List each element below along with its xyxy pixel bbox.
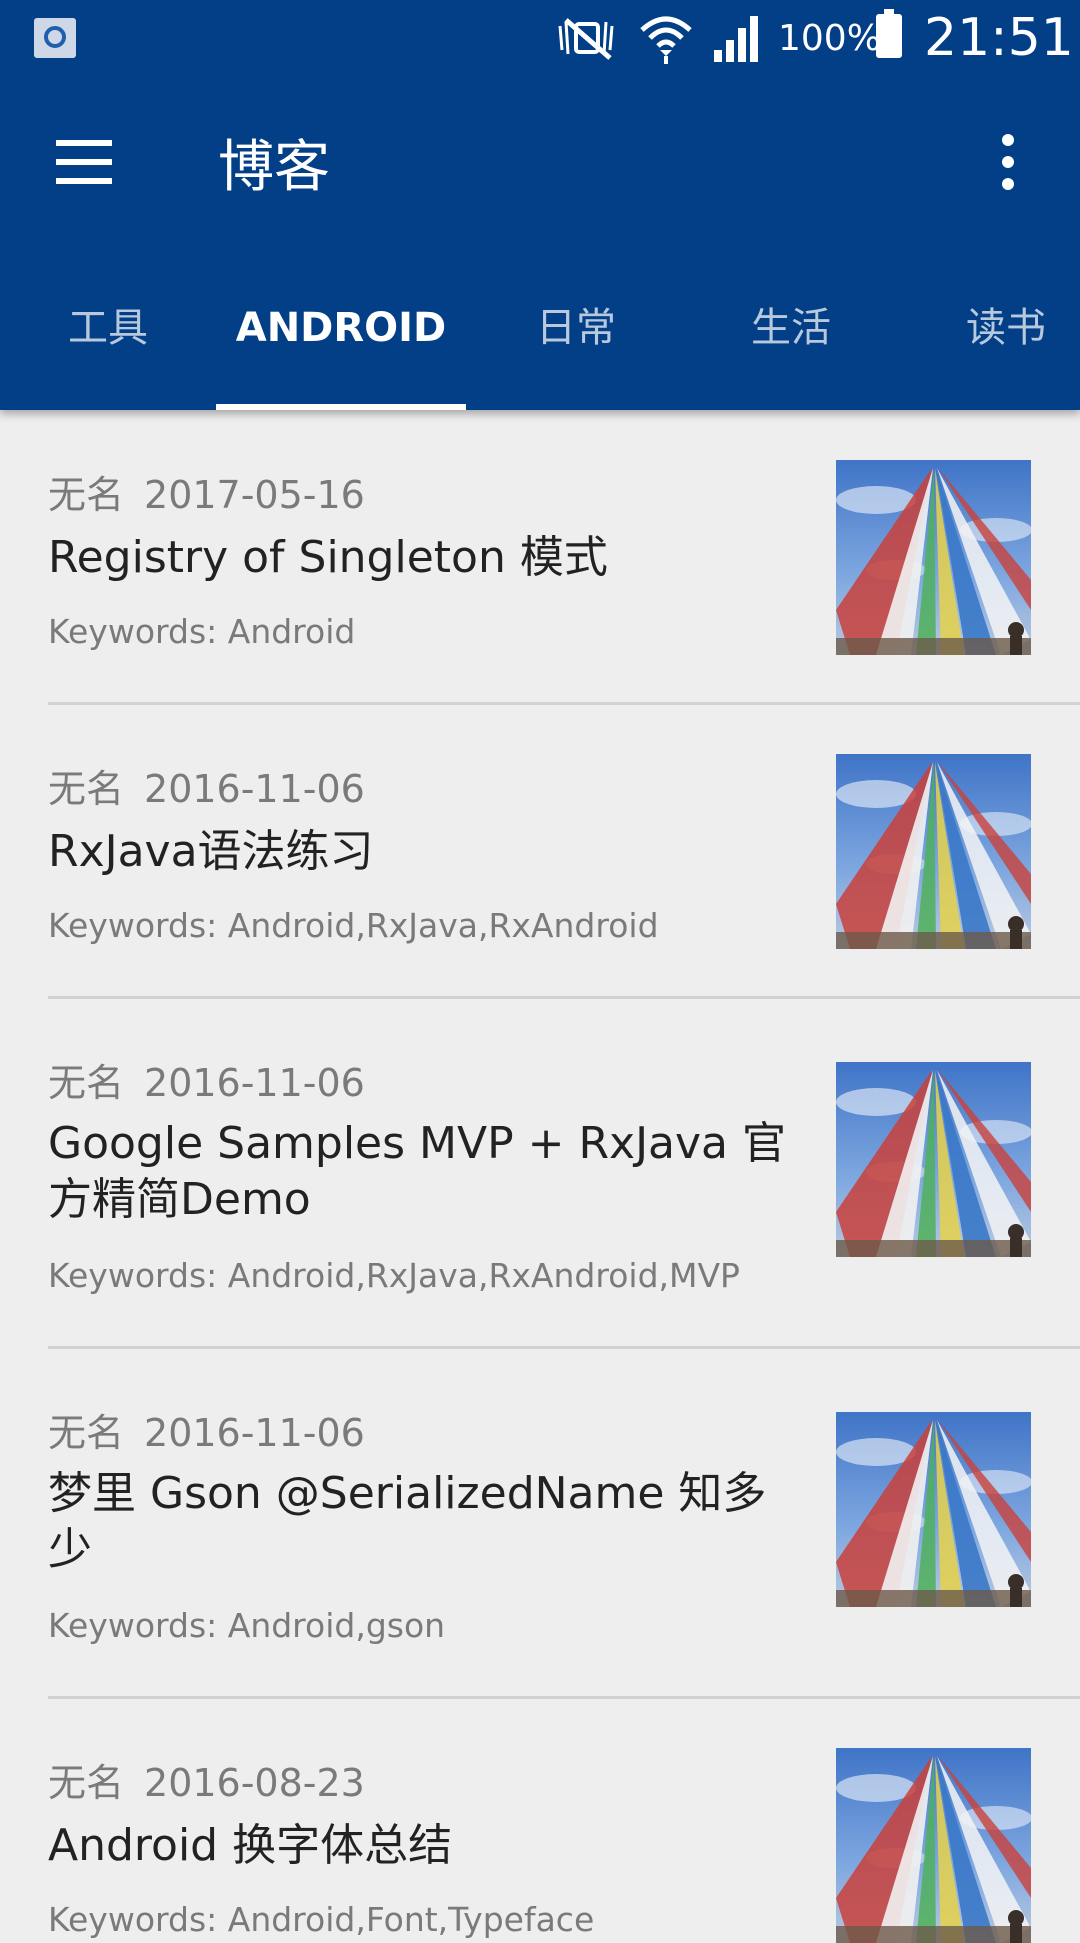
hamburger-menu-icon[interactable]	[42, 126, 126, 198]
signal-icon	[714, 16, 758, 62]
list-item[interactable]: 无名 2016-11-06 梦里 Gson @SerializedName 知多少…	[0, 1348, 1080, 1699]
tab-android[interactable]: ANDROID	[216, 270, 466, 410]
tab-indicator	[216, 404, 466, 410]
article-date: 2016-11-06	[144, 1061, 365, 1105]
article-title: Android 换字体总结	[48, 1820, 453, 1871]
article-meta: 无名 2017-05-16	[48, 464, 365, 519]
list-item[interactable]: 无名 2016-11-06 Google Samples MVP + RxJava…	[0, 998, 1080, 1349]
article-date: 2016-11-06	[144, 1411, 365, 1455]
article-author: 无名	[48, 1761, 125, 1805]
more-vert-icon[interactable]	[980, 130, 1036, 194]
article-keywords: Keywords: Android,RxJava,RxAndroid	[48, 906, 659, 945]
article-title: Google Samples MVP + RxJava 官方精简Demo	[48, 1118, 787, 1225]
article-author: 无名	[48, 767, 125, 811]
tab-tools[interactable]: 工具	[0, 270, 216, 410]
status-clock: 21:51	[924, 8, 1074, 68]
toolbar: 博客	[0, 80, 1080, 240]
battery-icon	[876, 9, 902, 58]
article-author: 无名	[48, 473, 125, 517]
article-thumbnail	[836, 460, 1031, 655]
article-title: Registry of Singleton 模式	[48, 532, 608, 583]
tab-life[interactable]: 生活	[686, 270, 896, 410]
mute-icon	[558, 18, 614, 60]
article-meta: 无名 2016-08-23	[48, 1752, 365, 1807]
article-date: 2017-05-16	[144, 473, 365, 517]
article-meta: 无名 2016-11-06	[48, 1402, 365, 1457]
article-thumbnail	[836, 1748, 1031, 1943]
list-item[interactable]: 无名 2016-08-23 Android 换字体总结 Keywords: And…	[0, 1698, 1080, 1943]
notification-search-icon	[34, 18, 76, 58]
article-keywords: Keywords: Android	[48, 612, 356, 651]
tab-daily[interactable]: 日常	[466, 270, 686, 410]
article-keywords: Keywords: Android,RxJava,RxAndroid,MVP	[48, 1256, 740, 1295]
article-author: 无名	[48, 1411, 125, 1455]
article-thumbnail	[836, 1412, 1031, 1607]
app-bar: 100% 21:51 博客 工具 ANDROID 日常 生活 读书	[0, 0, 1080, 410]
article-date: 2016-08-23	[144, 1761, 365, 1805]
article-date: 2016-11-06	[144, 767, 365, 811]
page-title: 博客	[218, 135, 330, 200]
article-thumbnail	[836, 754, 1031, 949]
list-item[interactable]: 无名 2017-05-16 Registry of Singleton 模式 Ke…	[0, 410, 1080, 705]
article-keywords: Keywords: Android,gson	[48, 1606, 446, 1645]
article-author: 无名	[48, 1061, 125, 1105]
status-bar: 100% 21:51	[0, 0, 1080, 80]
tab-reading[interactable]: 读书	[896, 270, 1080, 410]
list-item[interactable]: 无名 2016-11-06 RxJava语法练习 Keywords: Androi…	[0, 704, 1080, 999]
wifi-icon	[640, 16, 692, 64]
article-thumbnail	[836, 1062, 1031, 1257]
tab-bar: 工具 ANDROID 日常 生活 读书	[0, 270, 1080, 410]
article-title: 梦里 Gson @SerializedName 知多少	[48, 1468, 767, 1575]
article-meta: 无名 2016-11-06	[48, 758, 365, 813]
article-title: RxJava语法练习	[48, 826, 374, 877]
article-meta: 无名 2016-11-06	[48, 1052, 365, 1107]
battery-percent: 100%	[778, 18, 881, 59]
